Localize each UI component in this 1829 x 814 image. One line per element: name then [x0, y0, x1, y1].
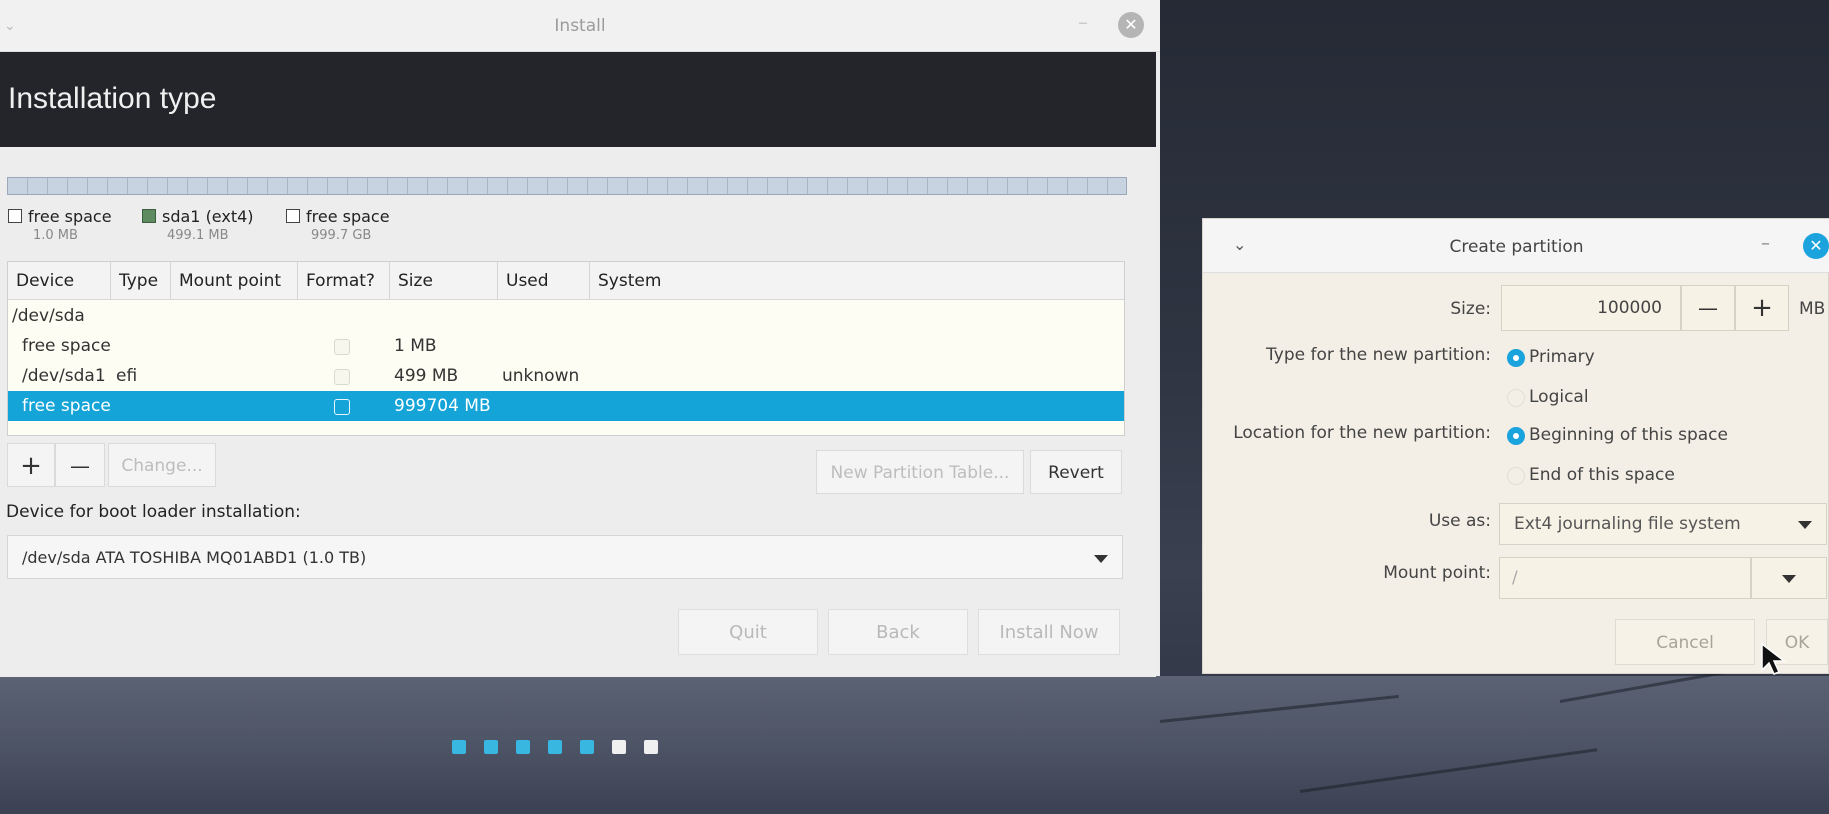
close-icon[interactable]: ✕ — [1803, 233, 1829, 259]
create-partition-dialog: ⌄ Create partition – ✕ Size: 100000 — + … — [1202, 218, 1829, 674]
progress-dot-done — [452, 740, 466, 754]
beginning-option-label[interactable]: Beginning of this space — [1529, 425, 1728, 445]
size-input[interactable]: 100000 — [1501, 285, 1681, 331]
installation-type-content: free space 1.0 MB sda1 (ext4) 499.1 MB f… — [0, 147, 1156, 677]
page-title: Installation type — [8, 82, 217, 115]
legend-item-sda1: sda1 (ext4) 499.1 MB — [142, 207, 254, 243]
progress-dot-pending — [644, 740, 658, 754]
dialog-titlebar: ⌄ Create partition – ✕ — [1203, 219, 1829, 273]
legend-size: 499.1 MB — [167, 228, 229, 243]
remove-partition-button[interactable]: — — [55, 443, 105, 487]
mount-point-label: Mount point: — [1383, 563, 1491, 583]
install-window: ⌄ Install – ✕ Installation type free spa… — [0, 0, 1160, 677]
quit-button[interactable]: Quit — [678, 609, 818, 655]
new-partition-table-button[interactable]: New Partition Table... — [816, 450, 1024, 494]
mount-point-input[interactable]: / — [1499, 557, 1751, 599]
size-cell: 999704 MB — [394, 396, 491, 416]
page-header: Installation type — [0, 52, 1156, 147]
column-mount-point[interactable]: Mount point — [171, 262, 298, 300]
minimize-icon[interactable]: – — [1078, 10, 1088, 34]
size-cell: 499 MB — [394, 366, 459, 386]
type-cell: efi — [116, 366, 138, 386]
end-option-label[interactable]: End of this space — [1529, 465, 1675, 485]
beginning-radio[interactable] — [1507, 427, 1525, 445]
mouse-pointer-icon — [1761, 642, 1787, 675]
primary-radio[interactable] — [1507, 349, 1525, 367]
revert-button[interactable]: Revert — [1030, 450, 1122, 494]
type-label: Type for the new partition: — [1266, 345, 1491, 365]
size-increment-button[interactable]: + — [1735, 285, 1789, 331]
partition-table: Device Type Mount point Format? Size Use… — [7, 261, 1125, 436]
end-radio[interactable] — [1507, 467, 1525, 485]
column-type[interactable]: Type — [111, 262, 171, 300]
primary-option-label[interactable]: Primary — [1529, 347, 1595, 367]
progress-dot-done — [516, 740, 530, 754]
boot-loader-label: Device for boot loader installation: — [6, 502, 301, 522]
desktop-lower-area — [0, 676, 1829, 814]
legend-size: 999.7 GB — [311, 228, 372, 243]
partition-bar — [7, 177, 1127, 195]
change-partition-button[interactable]: Change... — [108, 443, 216, 487]
use-as-select[interactable]: Ext4 journaling file system — [1499, 503, 1827, 545]
used-cell: unknown — [502, 366, 580, 386]
column-system[interactable]: System — [590, 262, 1124, 300]
location-label: Location for the new partition: — [1233, 423, 1491, 443]
legend-label: free space — [306, 207, 390, 226]
chevron-down-icon — [1094, 555, 1108, 563]
cancel-button[interactable]: Cancel — [1615, 619, 1755, 665]
device-cell: /dev/sda — [12, 306, 85, 326]
back-button[interactable]: Back — [828, 609, 968, 655]
chevron-down-icon — [1798, 521, 1812, 529]
format-checkbox[interactable] — [334, 399, 350, 415]
column-used[interactable]: Used — [498, 262, 590, 300]
table-row[interactable]: /dev/sda — [8, 301, 1124, 331]
column-size[interactable]: Size — [390, 262, 498, 300]
size-cell: 1 MB — [394, 336, 437, 356]
format-checkbox[interactable] — [334, 339, 350, 355]
logical-option-label[interactable]: Logical — [1529, 387, 1589, 407]
size-decrement-button[interactable]: — — [1681, 285, 1735, 331]
progress-dot-done — [484, 740, 498, 754]
table-row-selected[interactable]: free space 999704 MB — [8, 391, 1124, 421]
logical-radio[interactable] — [1507, 389, 1525, 407]
chevron-down-icon — [1782, 575, 1796, 583]
column-format[interactable]: Format? — [298, 262, 390, 300]
device-cell: free space — [22, 336, 111, 356]
legend-label: free space — [28, 207, 112, 226]
table-row[interactable]: /dev/sda1 efi 499 MB unknown — [8, 361, 1124, 391]
boot-loader-select[interactable]: /dev/sda ATA TOSHIBA MQ01ABD1 (1.0 TB) — [7, 535, 1123, 579]
progress-dot-done — [580, 740, 594, 754]
legend-item-free-space: free space 1.0 MB — [8, 207, 112, 243]
legend-item-free-space-2: free space 999.7 GB — [286, 207, 390, 243]
add-partition-button[interactable]: + — [7, 443, 55, 487]
column-device[interactable]: Device — [8, 262, 111, 300]
device-cell: free space — [22, 396, 111, 416]
window-title: Install — [554, 16, 606, 36]
table-row[interactable]: free space 1 MB — [8, 331, 1124, 361]
dialog-title: Create partition — [1449, 237, 1584, 257]
legend-label: sda1 (ext4) — [162, 207, 254, 226]
free-space-swatch — [286, 209, 300, 223]
window-titlebar: ⌄ Install – ✕ — [0, 0, 1160, 52]
free-space-swatch — [8, 209, 22, 223]
ext4-swatch — [142, 209, 156, 223]
format-checkbox[interactable] — [334, 369, 350, 385]
mount-point-value: / — [1512, 568, 1518, 588]
legend-size: 1.0 MB — [33, 228, 78, 243]
use-as-value: Ext4 journaling file system — [1514, 514, 1741, 534]
close-icon[interactable]: ✕ — [1118, 12, 1144, 38]
table-header: Device Type Mount point Format? Size Use… — [8, 262, 1124, 300]
device-cell: /dev/sda1 — [22, 366, 106, 386]
progress-dot-done — [548, 740, 562, 754]
use-as-label: Use as: — [1428, 511, 1491, 531]
mount-point-dropdown-button[interactable] — [1751, 557, 1827, 599]
size-unit: MB — [1799, 299, 1826, 319]
install-now-button[interactable]: Install Now — [978, 609, 1120, 655]
minimize-icon[interactable]: – — [1761, 233, 1770, 254]
boot-loader-value: /dev/sda ATA TOSHIBA MQ01ABD1 (1.0 TB) — [22, 548, 367, 567]
progress-dot-pending — [612, 740, 626, 754]
size-label: Size: — [1450, 299, 1491, 319]
